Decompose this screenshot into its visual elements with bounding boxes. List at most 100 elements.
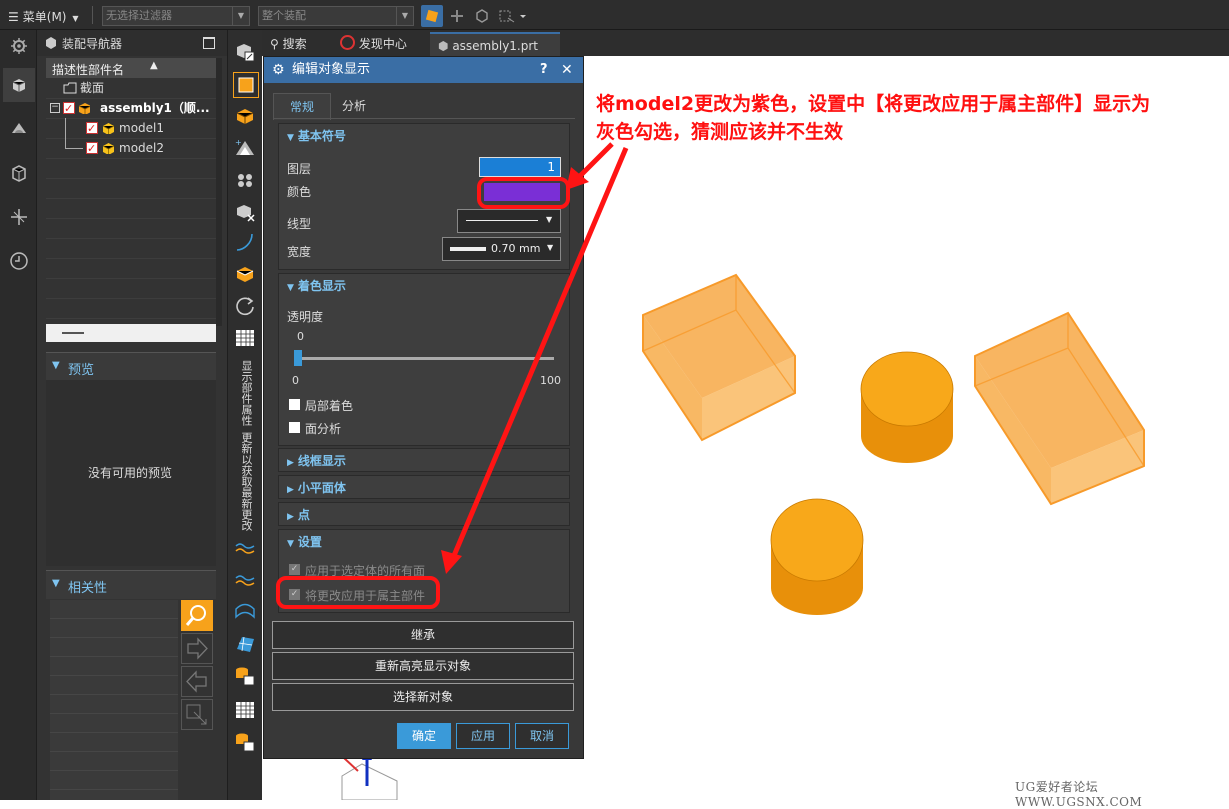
database-link-icon[interactable] xyxy=(233,730,257,754)
rotate-icon[interactable] xyxy=(233,294,257,318)
menu-button[interactable]: ☰ 菜单(M) ▼ xyxy=(8,8,78,25)
preview-empty-text: 没有可用的预览 xyxy=(88,466,173,480)
tree-row-assembly1[interactable]: − assembly1（顺... xyxy=(46,98,216,119)
edit-display-icon[interactable] xyxy=(233,40,257,64)
assembly-select-icon[interactable] xyxy=(421,5,443,27)
column-header[interactable]: 描述性部件名 ▲ xyxy=(46,58,216,78)
side-toolbar: + 显示部件属性 更新以获取最新更改 xyxy=(227,30,262,800)
chevron-down-icon: ▼ xyxy=(287,133,294,143)
visibility-checkbox[interactable] xyxy=(63,99,75,119)
spreadsheet-icon[interactable] xyxy=(233,698,257,722)
solid-body-icon[interactable] xyxy=(471,5,493,27)
tab-analysis[interactable]: 分析 xyxy=(331,93,377,119)
database-table-icon[interactable] xyxy=(233,664,257,688)
preview-section-header[interactable]: ▼ 预览 xyxy=(46,352,216,381)
vertical-scrollbar[interactable] xyxy=(216,58,222,326)
gear-icon[interactable] xyxy=(6,33,32,59)
shaded-body-icon[interactable] xyxy=(233,104,257,128)
arrow-right-icon[interactable] xyxy=(181,633,213,664)
tab-search[interactable]: ⚲ 搜索 xyxy=(270,32,307,56)
selection-filter-combo[interactable]: 无选择过滤器 ▼ xyxy=(102,6,250,26)
solid-line-preview xyxy=(466,220,538,221)
component-icon xyxy=(102,123,114,134)
width-select[interactable]: 0.70 mm ▼ xyxy=(442,237,561,261)
cancel-button[interactable]: 取消 xyxy=(515,723,569,749)
vertical-label-show-attributes[interactable]: 显示部件属性 xyxy=(238,360,254,426)
transparency-slider-track[interactable] xyxy=(295,357,554,360)
hamburger-icon: ☰ xyxy=(8,10,19,24)
arrow-left-icon[interactable] xyxy=(181,666,213,697)
wave-curve-icon[interactable] xyxy=(233,536,257,560)
face-analysis-checkbox[interactable] xyxy=(289,422,300,433)
model-box-right[interactable] xyxy=(974,311,1145,506)
curve-icon[interactable] xyxy=(233,230,257,254)
color-label: 颜色 xyxy=(287,185,312,199)
model-box-left[interactable] xyxy=(642,273,796,442)
tab-assembly1-prt[interactable]: ⬢ assembly1.prt xyxy=(430,32,560,56)
settings-header[interactable]: ▼ 设置 xyxy=(287,530,322,554)
help-button[interactable]: ? xyxy=(540,57,548,83)
linetype-select[interactable]: ▼ xyxy=(457,209,561,233)
select-new-object-button[interactable]: 选择新对象 xyxy=(272,683,574,711)
face-analysis-label: 面分析 xyxy=(305,422,342,436)
block-icon[interactable] xyxy=(233,262,257,286)
dialog-title-bar[interactable]: ⚙ 编辑对象显示 ? ✕ xyxy=(264,57,583,83)
model-cylinder-top[interactable] xyxy=(860,351,954,463)
basic-symbols-header[interactable]: ▼ 基本符号 xyxy=(287,124,346,148)
apply-button[interactable]: 应用 xyxy=(456,723,510,749)
collapse-toggle-icon[interactable]: − xyxy=(50,103,60,113)
search-icon: ⚲ xyxy=(270,37,279,51)
visibility-checkbox[interactable] xyxy=(86,139,98,159)
discovery-icon xyxy=(340,35,355,50)
model-cylinder-bottom[interactable] xyxy=(770,498,864,615)
vertical-label-update[interactable]: 更新以获取最新更改 xyxy=(238,432,254,531)
tree-row-model1[interactable]: model1 xyxy=(46,118,216,139)
color-select-icon[interactable] xyxy=(233,72,259,98)
dependency-section-header[interactable]: ▼ 相关性 xyxy=(46,570,216,599)
tab-general[interactable]: 常规 xyxy=(273,93,331,120)
tab-discovery-center[interactable]: 发现中心 xyxy=(340,32,407,56)
shading-header[interactable]: ▼ 着色显示 xyxy=(287,274,346,298)
tree-row-empty xyxy=(46,258,216,279)
ok-button[interactable]: 确定 xyxy=(397,723,451,749)
horizontal-scrollbar[interactable] xyxy=(46,324,216,342)
tree-row-empty xyxy=(46,198,216,219)
mesh-surface-icon[interactable] xyxy=(233,632,257,656)
sort-ascending-icon: ▲ xyxy=(150,60,158,71)
tree-row-model2[interactable]: model2 xyxy=(46,138,216,159)
selection-box-icon[interactable] xyxy=(496,5,530,27)
point-group[interactable]: ▶ 点 xyxy=(278,502,570,526)
assembly-navigator-icon[interactable] xyxy=(3,68,35,102)
transparency-slider-thumb[interactable] xyxy=(294,350,302,366)
rehighlight-button[interactable]: 重新高亮显示对象 xyxy=(272,652,574,680)
component-icon xyxy=(102,143,114,154)
inherit-button[interactable]: 继承 xyxy=(272,621,574,649)
partial-shading-checkbox[interactable] xyxy=(289,399,300,410)
close-button[interactable]: ✕ xyxy=(561,57,573,83)
constraint-navigator-icon[interactable] xyxy=(6,116,32,142)
wave-curve-2-icon[interactable] xyxy=(233,568,257,592)
surface-icon[interactable] xyxy=(233,600,257,624)
tree-row-section[interactable]: 截面 xyxy=(46,78,216,99)
reuse-library-icon[interactable] xyxy=(6,204,32,230)
history-clock-icon[interactable] xyxy=(6,248,32,274)
assembly-icon xyxy=(78,103,90,114)
shading-group: ▼ 着色显示 透明度 0 0 100 局部着色 面分析 xyxy=(278,273,570,446)
wireframe-group[interactable]: ▶ 线框显示 xyxy=(278,448,570,472)
snap-point-icon[interactable] xyxy=(446,5,468,27)
layer-input[interactable]: 1 xyxy=(479,157,561,177)
hide-component-icon[interactable] xyxy=(233,200,257,224)
section-view-icon[interactable]: + xyxy=(233,136,257,160)
scroll-thumb[interactable] xyxy=(62,332,84,334)
part-navigator-icon[interactable] xyxy=(6,160,32,186)
visibility-checkbox[interactable] xyxy=(86,119,98,139)
maximize-icon[interactable] xyxy=(203,37,215,49)
search-icon[interactable] xyxy=(181,600,213,631)
pattern-icon[interactable] xyxy=(233,168,257,192)
table-icon[interactable] xyxy=(233,326,257,350)
zoom-box-icon[interactable] xyxy=(181,699,213,730)
facet-body-group[interactable]: ▶ 小平面体 xyxy=(278,475,570,499)
selection-scope-combo[interactable]: 整个装配 ▼ xyxy=(258,6,414,26)
tree-row-empty xyxy=(46,178,216,199)
thick-line-preview xyxy=(450,247,486,251)
